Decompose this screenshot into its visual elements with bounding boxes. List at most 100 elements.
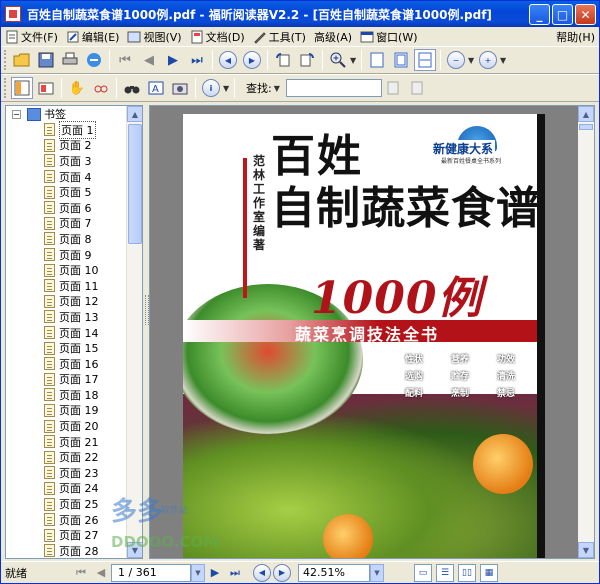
bookmark-item[interactable]: 页面 3	[6, 153, 128, 169]
continuous-facing-view-button[interactable]: ▦	[480, 563, 498, 582]
zoom-out-dropdown-arrow[interactable]: ▼	[468, 56, 476, 65]
search-options-arrow[interactable]: ▼	[274, 84, 282, 93]
bookmark-item[interactable]: 页面 11	[6, 278, 128, 294]
bookmark-item[interactable]: 页面 7	[6, 216, 128, 232]
fit-page-button[interactable]	[390, 49, 412, 71]
bookmark-item[interactable]: 页面 13	[6, 309, 128, 325]
status-next-page-button[interactable]: ▶	[206, 564, 224, 582]
menu-help[interactable]: 帮助(H)	[552, 28, 599, 46]
doc-scroll-up-button[interactable]: ▲	[578, 106, 594, 122]
menu-view[interactable]: 视图(V)	[123, 28, 185, 46]
page-number-field[interactable]: 1 / 361	[111, 563, 191, 582]
menu-tools[interactable]: 工具(T)	[249, 28, 310, 46]
zoom-dropdown-arrow[interactable]: ▼	[350, 56, 358, 65]
first-page-button[interactable]: ⏮	[114, 49, 136, 71]
continuous-view-button[interactable]: ☰	[436, 563, 454, 582]
typewriter-button[interactable]: A	[145, 77, 167, 99]
bookmark-item[interactable]: 页面 26	[6, 512, 128, 528]
scroll-up-button[interactable]: ▲	[127, 106, 142, 122]
zoom-in-dropdown-arrow[interactable]: ▼	[500, 56, 508, 65]
bookmark-root[interactable]: − 书签	[6, 106, 128, 122]
zoom-dropdown-arrow[interactable]: ▼	[370, 563, 384, 582]
bookmark-item[interactable]: 页面 15	[6, 340, 128, 356]
bookmark-item[interactable]: 页面 12	[6, 294, 128, 310]
close-button[interactable]: ✕	[575, 4, 596, 25]
menu-advanced[interactable]: 高级(A)	[310, 28, 356, 46]
email-button[interactable]	[83, 49, 105, 71]
prev-page-button[interactable]: ◀	[138, 49, 160, 71]
status-first-page-button[interactable]: ⏮	[72, 564, 90, 582]
bookmark-item[interactable]: 页面 22	[6, 449, 128, 465]
facing-view-button[interactable]: ▯▯	[458, 563, 476, 582]
menu-file[interactable]: 文件(F)	[1, 28, 62, 46]
bookmark-item[interactable]: 页面 2	[6, 138, 128, 154]
window-icon	[360, 31, 374, 42]
bookmark-item[interactable]: 页面 9	[6, 247, 128, 263]
scroll-thumb[interactable]	[128, 124, 142, 244]
page-dropdown-arrow[interactable]: ▼	[191, 563, 205, 582]
menu-edit[interactable]: 编辑(E)	[62, 28, 124, 46]
forward-button[interactable]: ▶	[241, 49, 263, 71]
next-page-button[interactable]: ▶	[162, 49, 184, 71]
hand-tool-button[interactable]: ✋	[66, 77, 88, 99]
bookmark-item[interactable]: 页面 18	[6, 387, 128, 403]
fit-width-button[interactable]	[414, 49, 436, 71]
bookmark-panel-button[interactable]	[11, 77, 33, 99]
info-button[interactable]: i	[200, 77, 222, 99]
select-text-button[interactable]	[90, 77, 112, 99]
bookmark-item[interactable]: 页面 10	[6, 262, 128, 278]
bookmark-item[interactable]: 页面 1	[6, 120, 128, 139]
bookmark-scrollbar[interactable]: ▲ ▼	[126, 106, 142, 558]
find-prev-button[interactable]	[383, 77, 405, 99]
bookmark-item[interactable]: 页面 25	[6, 496, 128, 512]
search-input[interactable]	[285, 79, 382, 97]
thumbnail-icon	[38, 82, 54, 95]
bookmark-item[interactable]: 页面 4	[6, 169, 128, 185]
status-last-page-button[interactable]: ⏭	[226, 564, 244, 582]
rotate-left-button[interactable]	[272, 49, 294, 71]
last-page-button[interactable]: ⏭	[186, 49, 208, 71]
collapse-icon[interactable]: −	[12, 109, 21, 119]
actual-size-button[interactable]	[366, 49, 388, 71]
status-forward-button[interactable]: ▶	[273, 563, 291, 582]
single-page-view-button[interactable]: ▭	[414, 563, 432, 582]
bookmark-item[interactable]: 页面 27	[6, 527, 128, 543]
document-view[interactable]: 范林工作室编著 百姓 自制蔬菜食谱 新健康大系 最新百姓餐桌全书系列 1000例…	[149, 105, 595, 559]
doc-scroll-down-button[interactable]: ▼	[578, 542, 594, 558]
rotate-right-button[interactable]	[296, 49, 318, 71]
open-button[interactable]	[11, 49, 33, 71]
doc-scroll-thumb[interactable]	[579, 124, 593, 130]
bookmark-item[interactable]: 页面 20	[6, 418, 128, 434]
bookmark-item[interactable]: 页面 17	[6, 372, 128, 388]
zoom-in-button[interactable]: +	[477, 49, 499, 71]
back-button[interactable]: ◀	[217, 49, 239, 71]
maximize-button[interactable]: □	[552, 4, 573, 25]
status-back-button[interactable]: ◀	[253, 563, 271, 582]
info-dropdown-arrow[interactable]: ▼	[223, 84, 231, 93]
print-button[interactable]	[59, 49, 81, 71]
minimize-button[interactable]: _	[529, 4, 550, 25]
bookmark-item[interactable]: 页面 16	[6, 356, 128, 372]
bookmark-item[interactable]: 页面 21	[6, 434, 128, 450]
menu-window[interactable]: 窗口(W)	[356, 28, 421, 46]
find-button[interactable]	[121, 77, 143, 99]
bookmark-item[interactable]: 页面 23	[6, 465, 128, 481]
bookmark-item[interactable]: 页面 28	[6, 543, 128, 558]
status-prev-page-button[interactable]: ◀	[92, 564, 110, 582]
save-button[interactable]	[35, 49, 57, 71]
bookmark-item[interactable]: 页面 14	[6, 325, 128, 341]
zoom-out-button[interactable]: −	[445, 49, 467, 71]
bookmark-item[interactable]: 页面 8	[6, 231, 128, 247]
bookmark-item[interactable]: 页面 5	[6, 184, 128, 200]
bookmark-item[interactable]: 页面 24	[6, 481, 128, 497]
bookmark-item[interactable]: 页面 6	[6, 200, 128, 216]
zoom-field[interactable]: 42.51%	[298, 563, 370, 582]
snapshot-button[interactable]	[169, 77, 191, 99]
document-scrollbar[interactable]: ▲ ▼	[578, 106, 594, 558]
find-next-button[interactable]	[407, 77, 429, 99]
menu-document[interactable]: 文档(D)	[186, 28, 249, 46]
zoom-button[interactable]	[327, 49, 349, 71]
bookmark-item[interactable]: 页面 19	[6, 403, 128, 419]
thumbnail-panel-button[interactable]	[35, 77, 57, 99]
scroll-down-button[interactable]: ▼	[127, 542, 142, 558]
